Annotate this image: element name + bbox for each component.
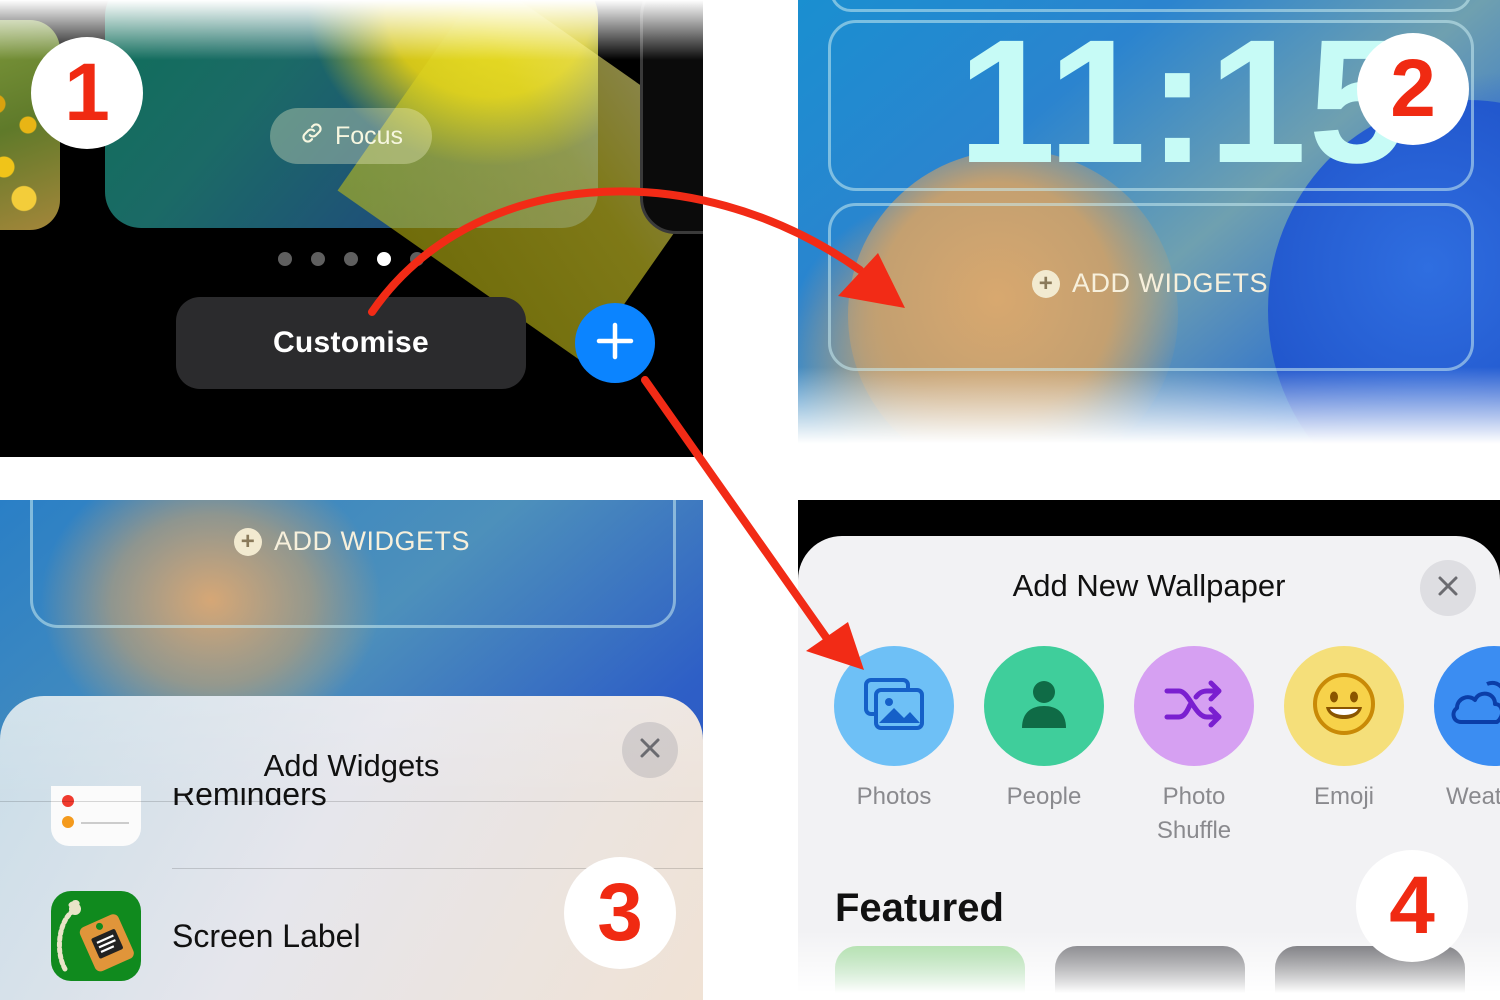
screen-label-app-icon[interactable]	[51, 891, 141, 981]
photos-icon	[862, 676, 926, 737]
option-label: Photo Shuffle	[1156, 783, 1232, 844]
wallpaper-option-photos[interactable]: Photos	[834, 646, 954, 814]
close-button[interactable]	[1420, 560, 1476, 616]
photos-option-circle[interactable]	[834, 646, 954, 766]
plus-circle-icon: +	[234, 527, 262, 556]
add-widgets-label: ADD WIDGETS	[1072, 268, 1269, 298]
wallpaper-option-photo-shuffle[interactable]: Photo Shuffle	[1134, 646, 1254, 848]
add-wallpaper-button[interactable]	[575, 303, 655, 383]
wallpaper-option-weather[interactable]: Weat	[1434, 646, 1500, 814]
page-dots[interactable]	[278, 252, 424, 266]
option-label: Weat	[1446, 783, 1500, 810]
emoji-icon	[1311, 671, 1377, 742]
plus-circle-icon: +	[1032, 269, 1060, 298]
page-dot[interactable]	[344, 252, 358, 266]
focus-button[interactable]: Focus	[270, 108, 432, 164]
emoji-option-circle[interactable]	[1284, 646, 1404, 766]
customise-button[interactable]: Customise	[176, 297, 526, 389]
link-icon	[299, 120, 325, 153]
close-icon	[1436, 574, 1460, 603]
reminder-line	[81, 822, 129, 824]
sheet-title: Add New Wallpaper	[1012, 568, 1286, 603]
wallpaper-option-emoji[interactable]: Emoji	[1284, 646, 1404, 814]
close-button[interactable]	[622, 722, 678, 778]
featured-heading: Featured	[835, 886, 1004, 930]
option-label: Emoji	[1313, 783, 1374, 810]
people-option-circle[interactable]	[984, 646, 1104, 766]
add-widgets-label: ADD WIDGETS	[274, 526, 471, 556]
reminder-dot-orange	[62, 816, 74, 828]
list-item-reminders[interactable]: Reminders	[172, 788, 327, 816]
page-dot[interactable]	[311, 252, 325, 266]
list-item-label: Reminders	[172, 788, 327, 812]
page-dot[interactable]	[410, 252, 424, 266]
option-label: Photos	[856, 783, 932, 810]
step-badge: 4	[1356, 850, 1468, 962]
close-icon	[638, 736, 662, 765]
clock-time: 11:15	[958, 4, 1409, 200]
add-widgets-button[interactable]: + ADD WIDGETS	[1032, 268, 1268, 299]
photo-shuffle-option-circle[interactable]	[1134, 646, 1254, 766]
list-item-screen-label[interactable]: Screen Label	[172, 918, 361, 955]
header-divider	[0, 801, 703, 802]
page-dot[interactable]	[278, 252, 292, 266]
step-badge: 1	[31, 37, 143, 149]
option-label: People	[1006, 783, 1082, 810]
widget-box[interactable]	[30, 500, 676, 628]
step-badge: 2	[1357, 33, 1469, 145]
add-widgets-button[interactable]: + ADD WIDGETS	[234, 526, 470, 557]
plus-icon	[595, 321, 635, 366]
shuffle-icon	[1163, 679, 1225, 734]
wallpaper-option-people[interactable]: People	[984, 646, 1104, 814]
step-badge: 3	[564, 857, 676, 969]
bottom-fade	[798, 367, 1500, 457]
weather-icon	[1447, 676, 1500, 737]
weather-option-circle[interactable]	[1434, 646, 1500, 766]
sheet-title: Add Widgets	[263, 748, 440, 783]
person-icon	[1016, 676, 1072, 737]
reminders-app-icon[interactable]	[51, 786, 141, 846]
page-dot-active[interactable]	[377, 252, 391, 266]
focus-label: Focus	[334, 121, 404, 150]
